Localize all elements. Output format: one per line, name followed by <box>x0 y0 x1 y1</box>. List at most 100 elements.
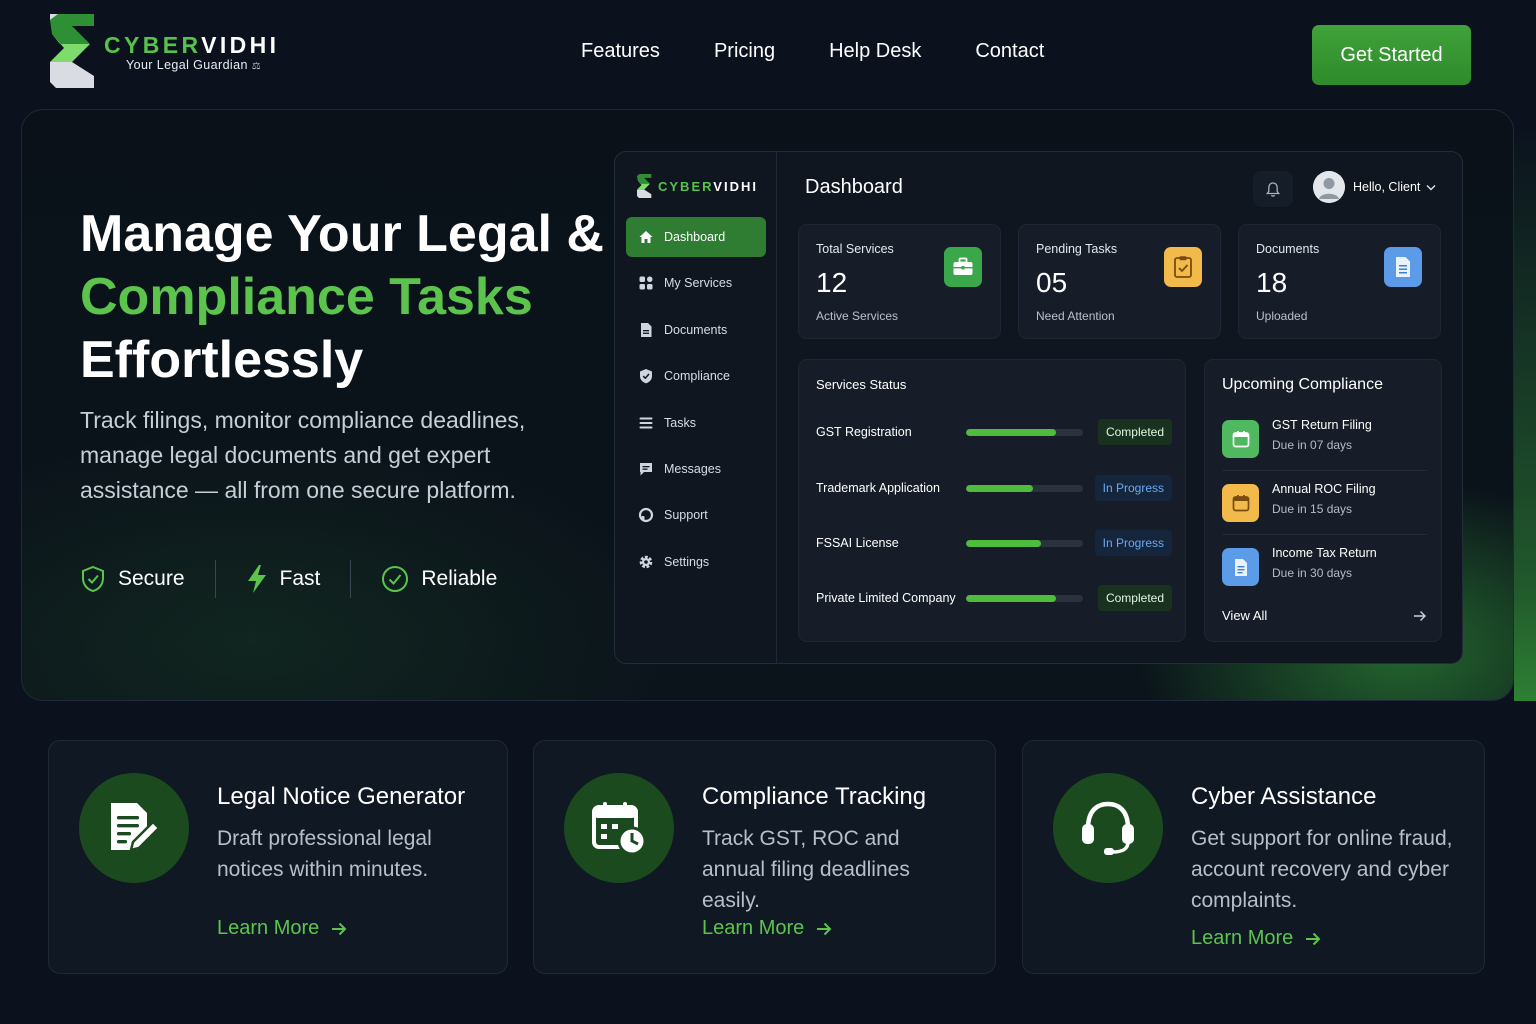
main-nav: Features Pricing Help Desk Contact <box>581 40 1098 63</box>
divider <box>1222 534 1427 535</box>
feature-title: Cyber Assistance <box>1191 783 1377 810</box>
bell-icon <box>1266 181 1280 197</box>
gear-icon <box>639 555 653 569</box>
status-badge: Completed <box>1097 585 1172 611</box>
feature-title: Compliance Tracking <box>702 783 927 810</box>
dashboard-menu: Dashboard My Services Documents Complian… <box>626 217 766 588</box>
briefcase-icon <box>944 247 982 287</box>
view-all-link[interactable]: View All <box>1222 608 1427 623</box>
status-badge: In Progress <box>1094 530 1172 556</box>
feature-description: Track GST, ROC and annual filing deadlin… <box>702 827 910 912</box>
feature-title: Legal Notice Generator <box>217 783 466 810</box>
badge-divider <box>214 560 216 598</box>
badge-reliable: Reliable <box>381 565 497 593</box>
progress-bar <box>966 428 1083 436</box>
calendar-icon <box>1222 420 1259 458</box>
support-icon <box>638 508 654 523</box>
user-icon <box>1313 171 1345 203</box>
status-badge: In Progress <box>1094 475 1172 501</box>
top-navigation: CYBERVIDHI Your Legal Guardian ⚖ Feature… <box>0 0 1536 108</box>
chat-icon <box>640 462 652 476</box>
user-greeting: Hello, Client <box>1353 180 1421 194</box>
brand-name: CYBERVIDHI <box>104 32 280 58</box>
stat-card-total-services[interactable]: Total Services 12 Active Services <box>798 224 1001 339</box>
shield-check-icon <box>82 565 104 593</box>
feature-description: Draft professional legal notices within … <box>217 827 432 881</box>
gavel-icon: ⚖ <box>251 61 262 72</box>
dashboard-logo: CYBERVIDHI <box>637 174 758 198</box>
calendar-clock-icon <box>564 773 674 883</box>
sidebar-item-documents[interactable]: Documents <box>626 310 766 350</box>
list-item[interactable]: Annual ROC Filing Due in 15 days <box>1222 482 1427 534</box>
check-circle-icon <box>382 566 409 592</box>
chevron-down-icon <box>1426 184 1436 190</box>
arrow-right-icon <box>332 922 347 935</box>
user-menu[interactable]: Hello, Client <box>1313 171 1436 203</box>
hero-subtitle: Track filings, monitor compliance deadli… <box>80 407 526 503</box>
sidebar-item-settings[interactable]: Settings <box>626 542 766 582</box>
dashboard-preview: CYBERVIDHI Dashboard My Services Documen… <box>614 151 1463 664</box>
list-item[interactable]: Income Tax Return Due in 30 days <box>1222 546 1427 598</box>
home-icon <box>639 231 653 243</box>
learn-more-link[interactable]: Learn More <box>1191 927 1321 950</box>
brand-logo[interactable]: CYBERVIDHI Your Legal Guardian ⚖ <box>50 14 279 88</box>
list-icon <box>639 417 653 429</box>
service-row[interactable]: FSSAI License In Progress <box>816 529 1172 557</box>
feature-card-legal-notice[interactable]: Legal Notice Generator Draft professiona… <box>48 740 508 974</box>
feature-card-cyber-assistance[interactable]: Cyber Assistance Get support for online … <box>1022 740 1485 974</box>
brand-tagline: Your Legal Guardian ⚖ <box>126 58 262 72</box>
sidebar-item-support[interactable]: Support <box>626 495 766 535</box>
nav-link-features[interactable]: Features <box>581 40 660 63</box>
calendar-icon <box>1222 484 1259 522</box>
learn-more-link[interactable]: Learn More <box>217 917 347 940</box>
dashboard-title: Dashboard <box>805 176 903 198</box>
grid-icon <box>639 276 653 290</box>
sidebar-item-dashboard[interactable]: Dashboard <box>626 217 766 257</box>
services-status-title: Services Status <box>816 377 907 392</box>
dashboard-main: Dashboard Hello, Client Total Services 1… <box>778 152 1462 663</box>
status-badge: Completed <box>1097 419 1172 445</box>
arrow-right-icon <box>1414 610 1426 621</box>
progress-bar <box>966 594 1083 602</box>
nav-link-pricing[interactable]: Pricing <box>714 40 775 63</box>
arrow-right-icon <box>1306 932 1321 945</box>
arrow-right-icon <box>817 922 832 935</box>
file-icon <box>1384 247 1422 287</box>
hero-glow <box>1514 130 1536 701</box>
divider <box>1222 470 1427 471</box>
avatar <box>1313 171 1345 203</box>
nav-link-help-desk[interactable]: Help Desk <box>829 40 921 63</box>
sidebar-item-my-services[interactable]: My Services <box>626 263 766 303</box>
dashboard-sidebar: CYBERVIDHI Dashboard My Services Documen… <box>615 152 777 663</box>
badge-fast: Fast <box>246 564 320 594</box>
feature-card-compliance-tracking[interactable]: Compliance Tracking Track GST, ROC and a… <box>533 740 996 974</box>
lightning-icon <box>247 565 266 593</box>
headset-icon <box>1053 773 1163 883</box>
sidebar-item-messages[interactable]: Messages <box>626 449 766 489</box>
list-item[interactable]: GST Return Filing Due in 07 days <box>1222 418 1427 470</box>
service-row[interactable]: Private Limited Company Completed <box>816 584 1172 612</box>
feature-description: Get support for online fraud, account re… <box>1191 827 1453 912</box>
hero-badges: Secure Fast Reliable <box>80 560 497 598</box>
nav-link-contact[interactable]: Contact <box>975 40 1044 63</box>
get-started-button[interactable]: Get Started <box>1312 25 1471 85</box>
badge-secure: Secure <box>80 565 185 593</box>
document-pen-icon <box>79 773 189 883</box>
stat-card-pending-tasks[interactable]: Pending Tasks 05 Need Attention <box>1018 224 1221 339</box>
service-row[interactable]: GST Registration Completed <box>816 418 1172 446</box>
sidebar-item-tasks[interactable]: Tasks <box>626 403 766 443</box>
hero-section: Manage Your Legal & Compliance Tasks Eff… <box>21 109 1514 701</box>
learn-more-link[interactable]: Learn More <box>702 917 832 940</box>
service-row[interactable]: Trademark Application In Progress <box>816 474 1172 502</box>
cybervidhi-logo-icon <box>50 14 94 88</box>
services-status-card: Services Status GST Registration Complet… <box>798 359 1186 642</box>
progress-bar <box>966 484 1083 492</box>
document-icon <box>641 322 652 337</box>
clipboard-icon <box>1164 247 1202 287</box>
notifications-button[interactable] <box>1253 171 1293 207</box>
sidebar-item-compliance[interactable]: Compliance <box>626 356 766 396</box>
shield-icon <box>640 369 652 384</box>
upcoming-compliance-title: Upcoming Compliance <box>1222 376 1383 393</box>
upcoming-compliance-card: Upcoming Compliance GST Return Filing Du… <box>1204 359 1442 642</box>
stat-card-documents[interactable]: Documents 18 Uploaded <box>1238 224 1441 339</box>
